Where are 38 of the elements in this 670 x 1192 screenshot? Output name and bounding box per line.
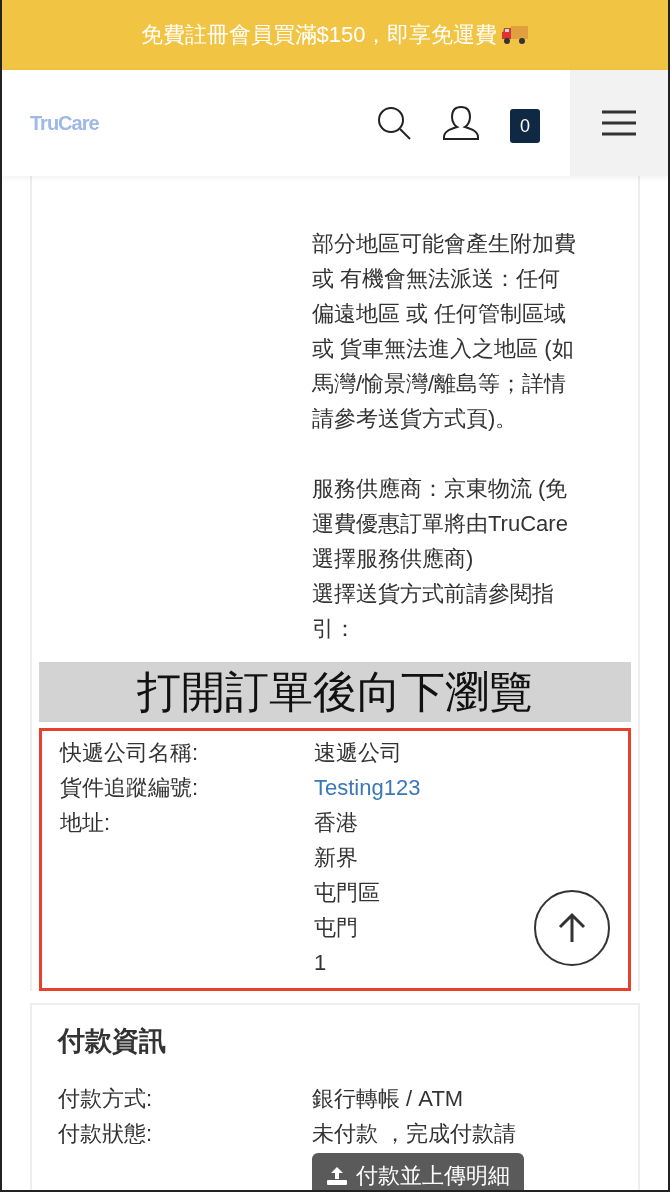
field-label: 付款狀態: [58,1120,154,1148]
delivery-note-line: 部分地區可能會產生附加費 [312,230,576,258]
delivery-note-line: 馬灣/愉景灣/離島等；詳情 [312,370,567,398]
scroll-top-button[interactable] [534,890,610,966]
promo-text: 免費註冊會員買滿$150，即享免運費 [140,21,498,49]
search-icon[interactable] [376,105,412,141]
field-label: 快遞公司名稱: [60,739,200,767]
overlay-caption: 打開訂單後向下瀏覽 [39,662,631,722]
upload-payment-button[interactable]: 付款並上傳明細 [312,1153,524,1190]
field-value: 香港 [314,809,358,837]
delivery-note-line: 服務供應商：京東物流 (免 [312,475,568,503]
field-value: 屯門區 [314,879,380,907]
delivery-note-line: 引： [312,615,356,643]
field-value: 未付款 ，完成付款請 [312,1120,517,1148]
delivery-note-line: 或 有機會無法派送：任何 [312,265,561,293]
delivery-note-line: 偏遠地區 或 任何管制區域 [312,300,567,328]
truck-icon [501,24,530,46]
cart-button[interactable]: 0 [510,109,540,143]
menu-button[interactable] [570,70,668,176]
field-label: 貨件追蹤編號: [60,774,200,802]
delivery-note-line: 請參考送貨方式頁)。 [312,405,518,433]
menu-icon [602,110,636,136]
arrow-up-icon [557,912,587,944]
delivery-note-line: 選擇服務供應商) [312,545,474,573]
tracking-link[interactable]: Testing123 [314,770,421,805]
delivery-note-line: 運費優惠訂單將由TruCare [312,510,568,538]
field-value: 新界 [314,844,358,872]
field-label: 地址: [60,809,112,837]
field-label: 付款方式: [58,1085,154,1113]
delivery-note-line: 選擇送貨方式前請參閱指 [312,580,554,608]
section-title: 付款資訊 [58,1025,167,1058]
field-value: 速遞公司 [314,739,402,767]
field-value: 銀行轉帳 / ATM [312,1085,464,1113]
field-value: 1 [314,949,327,977]
delivery-note-line: 或 貨車無法進入之地區 (如 [312,335,574,363]
user-icon[interactable] [442,105,480,141]
field-value: 屯門 [314,914,358,942]
upload-icon [326,1166,348,1186]
